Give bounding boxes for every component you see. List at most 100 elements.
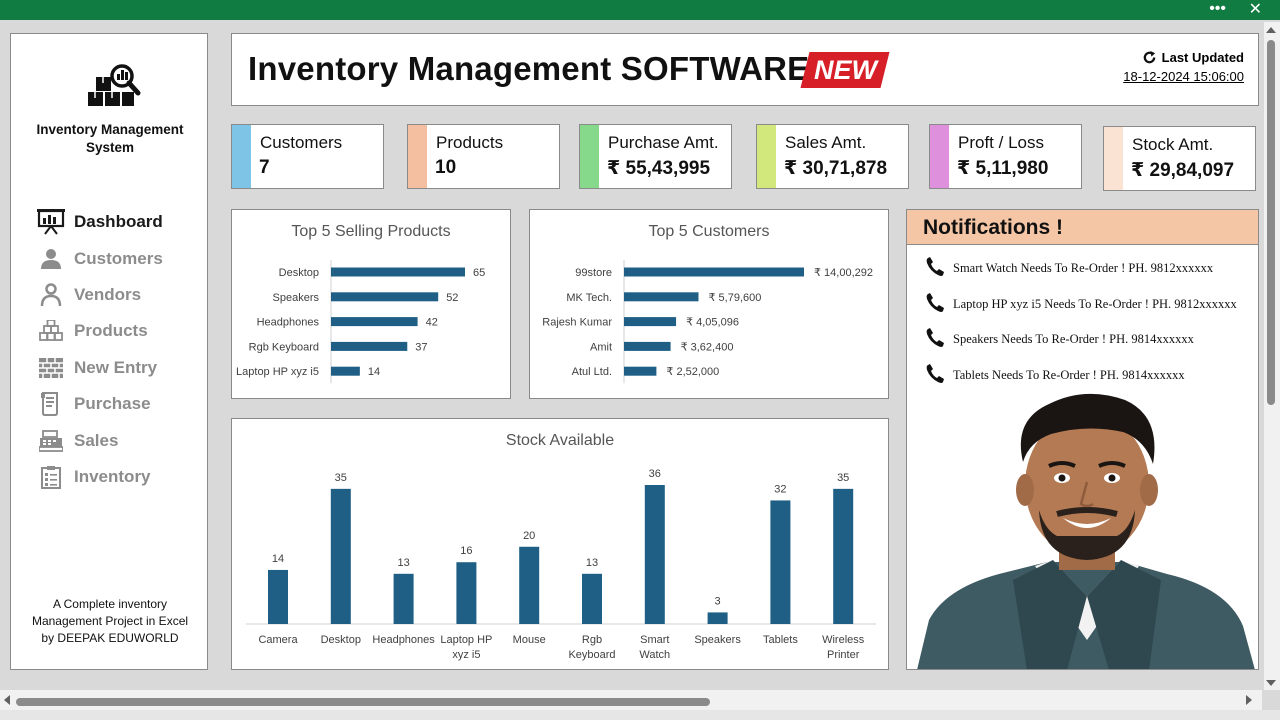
more-dots-icon[interactable]: ••• bbox=[1209, 0, 1226, 18]
sidebar-item-label: Sales bbox=[74, 430, 119, 450]
kpi-customers[interactable]: Customers 7 bbox=[231, 124, 384, 189]
data-label: 32 bbox=[774, 483, 786, 495]
cash-register-icon bbox=[37, 427, 65, 455]
bar[interactable] bbox=[330, 488, 351, 624]
category-label: Desktop bbox=[321, 634, 361, 646]
category-label: Laptop HP xyz i5 bbox=[236, 366, 319, 378]
bar[interactable] bbox=[582, 573, 602, 624]
bar[interactable] bbox=[331, 267, 465, 277]
category-label: Headphones bbox=[257, 317, 320, 329]
notifications-list: Smart Watch Needs To Re-Order ! PH. 9812… bbox=[925, 256, 1237, 398]
kpi-sales-amount[interactable]: Sales Amt. ₹ 30,71,878 bbox=[756, 124, 909, 189]
kpi-color-bar bbox=[232, 125, 251, 188]
top-customers-plot: 99store ₹ 14,00,292 MK Tech. ₹ 5,79,600 Raje… bbox=[542, 260, 873, 384]
stock-available-chart[interactable]: Stock Available 14 Camera 35 Desktop 13 Headp… bbox=[231, 418, 889, 670]
bar[interactable] bbox=[770, 500, 791, 624]
sidebar-item-inventory[interactable]: Inventory bbox=[37, 459, 197, 495]
kpi-value: 10 bbox=[435, 157, 457, 178]
kpi-profit-loss[interactable]: Proft / Loss ₹ 5,11,980 bbox=[929, 124, 1082, 189]
data-label: 52 bbox=[446, 292, 458, 304]
scroll-left-arrow-icon[interactable] bbox=[4, 695, 10, 705]
sidebar: Inventory Management System Dashboard Cu… bbox=[10, 33, 208, 670]
status-strip bbox=[0, 710, 1280, 720]
top-selling-products-chart[interactable]: Top 5 Selling Products Desktop 65 Speakers… bbox=[231, 209, 511, 399]
kpi-value: ₹ 30,71,878 bbox=[784, 158, 888, 179]
sidebar-item-new-entry[interactable]: New Entry bbox=[37, 350, 197, 386]
sidebar-item-products[interactable]: Products bbox=[37, 313, 197, 349]
sidebar-nav: Dashboard Customers Vendors Products New… bbox=[37, 204, 197, 495]
brick-wall-icon bbox=[37, 354, 65, 382]
bar[interactable] bbox=[268, 569, 288, 624]
app-name: Inventory Management System bbox=[36, 122, 184, 155]
category-label: MK Tech. bbox=[566, 292, 612, 304]
scroll-right-arrow-icon[interactable] bbox=[1246, 695, 1252, 705]
top-customers-chart[interactable]: Top 5 Customers 99store ₹ 14,00,292 MK Tec… bbox=[529, 209, 889, 399]
phone-icon bbox=[926, 363, 944, 383]
data-label: 36 bbox=[649, 468, 661, 480]
scroll-down-arrow-icon[interactable] bbox=[1266, 680, 1276, 686]
bar[interactable] bbox=[331, 366, 360, 376]
horizontal-scrollbar[interactable] bbox=[0, 690, 1262, 710]
kpi-purchase-amount[interactable]: Purchase Amt. ₹ 55,43,995 bbox=[579, 124, 732, 189]
data-label: 3 bbox=[715, 595, 721, 607]
vertical-scrollbar[interactable] bbox=[1264, 22, 1280, 690]
kpi-color-bar bbox=[757, 125, 776, 188]
vertical-scroll-thumb[interactable] bbox=[1267, 40, 1275, 405]
notifications-panel: Notifications ! Smart Watch Needs To Re-… bbox=[906, 209, 1259, 670]
category-label: Printer bbox=[827, 649, 860, 661]
bar[interactable] bbox=[393, 573, 414, 624]
kpi-label: Proft / Loss bbox=[958, 133, 1044, 152]
bar[interactable] bbox=[644, 485, 665, 624]
category-label: Keyboard bbox=[568, 649, 615, 661]
category-label: Laptop HP bbox=[440, 634, 492, 646]
kpi-color-bar bbox=[1104, 127, 1123, 190]
sidebar-item-dashboard[interactable]: Dashboard bbox=[37, 204, 197, 240]
sidebar-item-sales[interactable]: Sales bbox=[37, 422, 197, 458]
presenter-photo bbox=[917, 393, 1255, 669]
last-updated-value: 18-12-2024 15:06:00 bbox=[1123, 69, 1244, 84]
kpi-label: Sales Amt. bbox=[785, 133, 867, 152]
phone-icon bbox=[926, 328, 944, 347]
data-label: 14 bbox=[272, 553, 284, 565]
kpi-products[interactable]: Products 10 bbox=[407, 124, 560, 189]
kpi-stock-amount[interactable]: Stock Amt. ₹ 29,84,097 bbox=[1103, 126, 1256, 191]
bar[interactable] bbox=[331, 317, 418, 327]
presentation-board-icon bbox=[37, 208, 65, 236]
category-label: 99store bbox=[575, 267, 612, 279]
bar[interactable] bbox=[456, 562, 477, 624]
sidebar-item-vendors[interactable]: Vendors bbox=[37, 277, 197, 313]
notification-text: Smart Watch Needs To Re-Order ! PH. 9812… bbox=[953, 261, 1214, 275]
phone-icon bbox=[926, 292, 944, 312]
notification-text: Tablets Needs To Re-Order ! PH. 9814xxxx… bbox=[953, 367, 1185, 382]
data-label: 13 bbox=[586, 557, 598, 569]
close-icon[interactable]: ✕ bbox=[1249, 0, 1262, 20]
bar[interactable] bbox=[331, 341, 408, 351]
sidebar-item-customers[interactable]: Customers bbox=[37, 240, 197, 276]
sidebar-item-label: Vendors bbox=[74, 284, 142, 304]
kpi-value: ₹ 5,11,980 bbox=[957, 158, 1049, 179]
refresh-icon[interactable] bbox=[1142, 50, 1157, 65]
bar[interactable] bbox=[624, 267, 804, 277]
bar[interactable] bbox=[624, 366, 657, 376]
category-label: Rgb bbox=[582, 634, 602, 646]
kpi-label: Customers bbox=[260, 133, 343, 152]
bar[interactable] bbox=[519, 546, 540, 624]
sidebar-item-purchase[interactable]: Purchase bbox=[37, 386, 197, 422]
bar[interactable] bbox=[331, 292, 439, 302]
data-label: ₹ 4,05,096 bbox=[686, 317, 739, 329]
category-label: xyz i5 bbox=[452, 649, 480, 661]
data-label: 20 bbox=[523, 530, 535, 542]
horizontal-scroll-thumb[interactable] bbox=[16, 698, 710, 706]
bar[interactable] bbox=[624, 341, 671, 351]
category-label: Rgb Keyboard bbox=[249, 341, 319, 353]
bar[interactable] bbox=[624, 317, 677, 327]
bar[interactable] bbox=[624, 292, 699, 302]
notification-item[interactable]: Speakers Needs To Re-Order ! PH. 9814xxx… bbox=[925, 327, 1237, 363]
bar[interactable] bbox=[707, 612, 728, 624]
inventory-logo-icon bbox=[88, 64, 141, 106]
scroll-up-arrow-icon[interactable] bbox=[1266, 27, 1276, 33]
category-label: Desktop bbox=[279, 267, 319, 279]
bar[interactable] bbox=[833, 488, 854, 624]
notification-item[interactable]: Laptop HP xyz i5 Needs To Re-Order ! PH.… bbox=[925, 292, 1237, 328]
notification-item[interactable]: Smart Watch Needs To Re-Order ! PH. 9812… bbox=[925, 256, 1237, 292]
